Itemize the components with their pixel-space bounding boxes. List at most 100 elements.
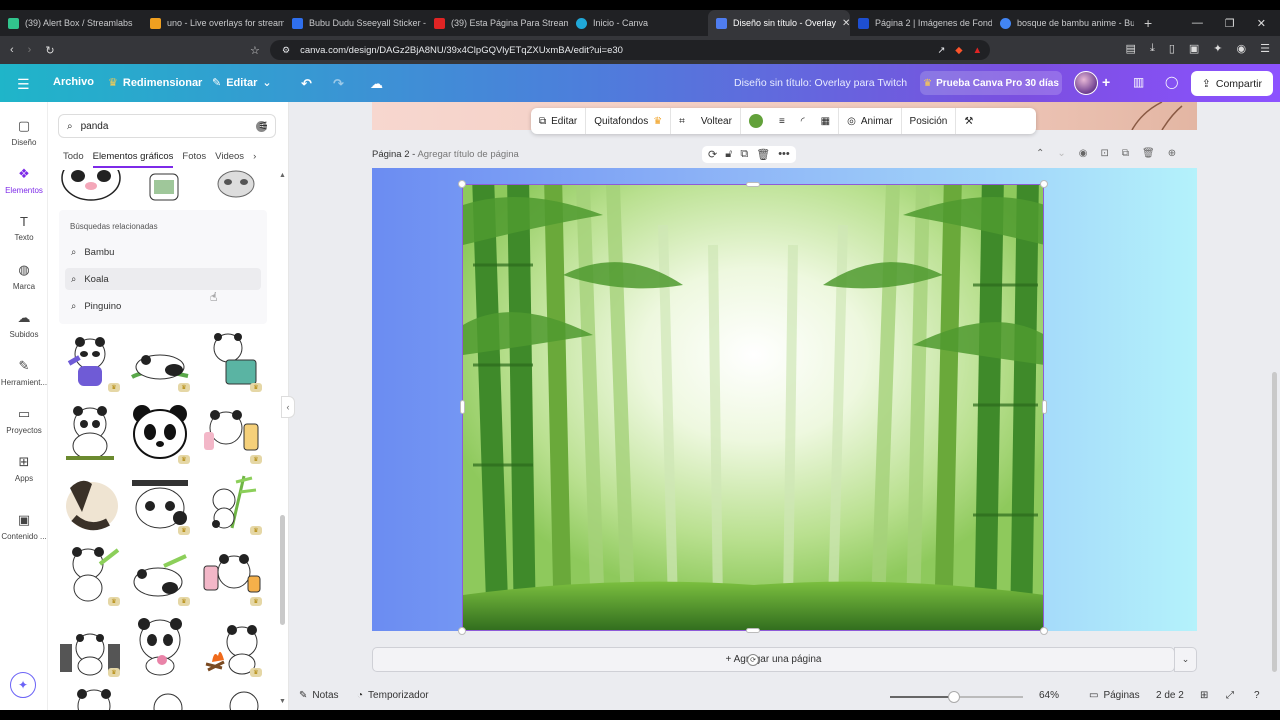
lock-page-icon[interactable]: ⊡ [1101, 148, 1109, 159]
resize-handle[interactable] [1042, 400, 1047, 414]
panel-scrollbar[interactable] [280, 515, 285, 625]
rotate-icon[interactable]: ⟳ [708, 148, 717, 161]
maximize-icon[interactable]: ❐ [1225, 17, 1235, 30]
fullscreen-icon[interactable]: ⤢ [1226, 690, 1234, 701]
browser-tab[interactable]: Página 2 | Imágenes de Fondo [850, 10, 992, 36]
add-collaborator-icon[interactable]: + [1102, 74, 1110, 90]
hide-page-icon[interactable]: ◉ [1079, 148, 1088, 159]
trash-icon[interactable]: 🗑︎ [756, 148, 770, 161]
related-item-bambu[interactable]: ⌕ Bambu [65, 241, 261, 263]
browser-tab[interactable]: uno - Live overlays for streamir [142, 10, 284, 36]
rail-item-diseno[interactable]: ▢ Diseño [0, 118, 48, 147]
pages-button[interactable]: ▭ Páginas [1089, 690, 1140, 701]
design-title[interactable]: Diseño sin título: Overlay para Twitch [734, 77, 907, 89]
rail-item-subidos[interactable]: ☁ Subidos [0, 310, 48, 339]
bamboo-forest-image[interactable] [462, 184, 1044, 631]
tab-elementos-graficos[interactable]: Elementos gráficos [92, 151, 174, 168]
zoom-value[interactable]: 64% [1039, 690, 1059, 701]
timer-button[interactable]: ◔ Temporizador [357, 690, 429, 701]
workspace-scrollbar[interactable] [1272, 372, 1277, 672]
hamburger-menu-icon[interactable]: ☰ [17, 76, 30, 93]
border-style-button[interactable]: ≡ [771, 108, 793, 134]
share-page-icon[interactable]: ↗ [937, 45, 945, 56]
rewards-icon[interactable]: ▲ [973, 45, 990, 56]
sticker-panda-face[interactable] [130, 402, 190, 462]
browser-tab[interactable]: Bubu Dudu Sseeyall Sticker - B [284, 10, 426, 36]
chevron-right-icon[interactable]: › [253, 151, 256, 168]
duplicate-icon[interactable]: ⧉ [740, 148, 748, 161]
zoom-slider-knob[interactable] [948, 691, 960, 703]
tab-fotos[interactable]: Fotos [182, 151, 206, 168]
chevron-up-icon[interactable]: ⌃ [1036, 148, 1044, 159]
sticker-panda-reading[interactable] [202, 330, 262, 390]
related-item-koala[interactable]: ⌕ Koala [65, 268, 261, 290]
reload-icon[interactable]: ↻ [45, 44, 54, 57]
forward-icon[interactable]: › [28, 44, 32, 56]
resize-handle[interactable] [458, 180, 466, 188]
insights-icon[interactable]: ▥ [1133, 75, 1144, 89]
edit-mode-dropdown[interactable]: ✎ Editar ⌄ [212, 76, 272, 90]
magic-ai-button[interactable]: ✦ [10, 672, 36, 698]
url-field[interactable]: ⚙ canva.com/design/DAGz2BjA8NU/39x4ClpGQ… [270, 40, 990, 60]
rail-item-marca[interactable]: ◍ Marca [0, 262, 48, 291]
avatar[interactable] [1074, 71, 1098, 95]
vpn-icon[interactable]: ◉ [1237, 42, 1247, 55]
rail-item-herramientas[interactable]: ✎ Herramient... [0, 358, 48, 387]
back-icon[interactable]: ‹ [10, 44, 14, 56]
duplicate-page-icon[interactable]: ⧉ [1122, 148, 1129, 159]
leo-ai-icon[interactable]: ✦ [1213, 42, 1222, 55]
resize-handle[interactable] [746, 628, 760, 633]
file-menu[interactable]: Archivo [53, 76, 94, 88]
undo-icon[interactable]: ↶ [301, 76, 312, 92]
sticker-panda-campfire[interactable] [202, 616, 262, 676]
rotate-handle-icon[interactable]: ⟳ [747, 654, 759, 666]
corner-rounding-button[interactable]: ◜ [793, 108, 813, 134]
brave-shield-icon[interactable]: ◆ [955, 45, 962, 56]
rail-item-proyectos[interactable]: ▭ Proyectos [0, 406, 48, 435]
resize-handle[interactable] [460, 400, 465, 414]
delete-page-icon[interactable]: 🗑︎ [1142, 148, 1155, 159]
scroll-down-icon[interactable]: ▼ [279, 698, 286, 705]
wallet-panel-icon[interactable]: ▣ [1189, 42, 1199, 55]
rail-item-apps[interactable]: ⊞ Apps [0, 454, 48, 483]
more-icon[interactable]: ••• [778, 148, 790, 161]
download-icon[interactable]: ⤓ [1150, 42, 1155, 55]
scroll-up-icon[interactable]: ▲ [279, 172, 286, 179]
copy-style-button[interactable]: ⚒ [956, 108, 981, 134]
redo-icon[interactable]: ↷ [333, 76, 344, 92]
resize-handle[interactable] [746, 182, 760, 187]
sticker-panda-boba[interactable] [202, 402, 262, 462]
browser-tab[interactable]: bosque de bambu anime - Bus [992, 10, 1134, 36]
try-pro-button[interactable]: ♛ Prueba Canva Pro 30 días [920, 71, 1062, 95]
search-input[interactable]: ⌕ panda ✕ [58, 114, 276, 138]
chevron-down-icon[interactable]: ⌄ [1057, 148, 1065, 159]
color-swatch-button[interactable] [741, 108, 771, 134]
edit-image-button[interactable]: ⧉ Editar [531, 108, 587, 134]
sticker-panda-milktea[interactable] [202, 544, 262, 604]
grid-view-icon[interactable]: ⊞ [1200, 690, 1208, 701]
sticker-panda-drink[interactable] [144, 170, 184, 204]
sidebar-icon[interactable]: ▯ [1169, 42, 1175, 55]
resize-handle[interactable] [1040, 180, 1048, 188]
page-title[interactable]: Página 2 - Agregar título de página [372, 149, 519, 160]
browser-tab[interactable]: (39) Alert Box / Streamlabs [0, 10, 142, 36]
new-tab-icon[interactable]: + [1134, 15, 1162, 31]
add-page-icon[interactable]: ⊕ [1168, 148, 1176, 159]
help-icon[interactable]: ? [1254, 690, 1260, 701]
notes-button[interactable]: ✎ Notas [299, 690, 339, 701]
tab-videos[interactable]: Videos [215, 151, 244, 168]
sticker-panda-gray[interactable] [214, 170, 258, 204]
sticker-row-partial[interactable] [60, 686, 260, 710]
rail-item-contenido[interactable]: ▣ Contenido ... [0, 512, 48, 541]
related-item-pinguino[interactable]: ⌕ Pinguino [65, 295, 261, 317]
close-window-icon[interactable]: ✕ [1257, 17, 1266, 30]
add-page-dropdown[interactable]: ⌄ [1174, 647, 1197, 672]
flip-button[interactable]: Voltear [693, 108, 741, 134]
bg-remover-button[interactable]: Quitafondos ♛ [586, 108, 672, 134]
close-tab-icon[interactable]: ✕ [842, 18, 850, 29]
resize-handle[interactable] [1040, 627, 1048, 635]
rail-item-texto[interactable]: T Texto [0, 214, 48, 242]
minimize-icon[interactable]: — [1192, 17, 1203, 30]
add-page-button[interactable]: + Agregar una página [372, 647, 1175, 672]
cloud-saved-icon[interactable]: ☁ [370, 76, 383, 92]
